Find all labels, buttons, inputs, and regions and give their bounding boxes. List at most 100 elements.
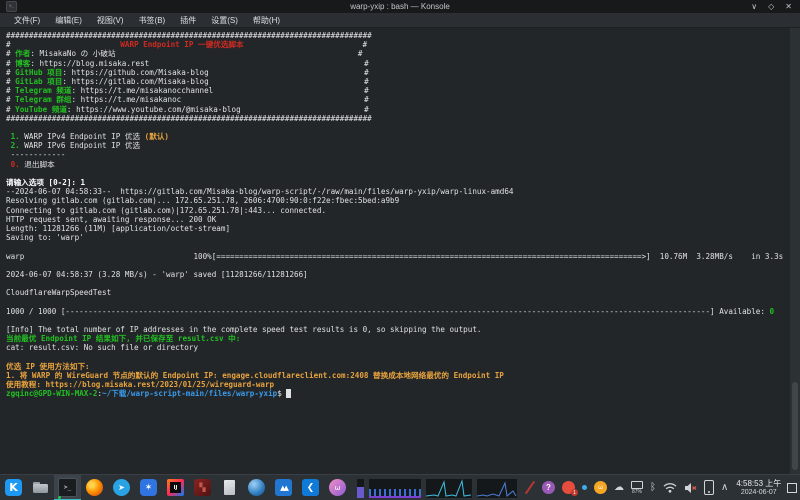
terminal-line: 1000 / 1000 [---------------------------… [6,307,788,316]
terminal-line [6,261,788,270]
menubar-item[interactable]: 书签(B) [139,15,166,26]
cat-glyph: ω [598,485,603,491]
terminal-viewport[interactable]: ########################################… [0,28,800,474]
menubar-item[interactable]: 插件 [180,15,196,26]
notification-badge: 1 [571,489,578,496]
terminal-line: 1. 将 WARP 的 WireGuard 节点的默认的 Endpoint IP… [6,371,788,380]
terminal-line [6,169,788,178]
terminal-line: # YouTube 频道: https://www.youtube.com/@m… [6,105,788,114]
terminal-line: # 作者: MisakaNo の 小破站 # [6,49,788,58]
terminal-line: Length: 11281266 (11M) [application/octe… [6,224,788,233]
text-document-app-icon [221,479,238,496]
taskbar-app-mountain-app[interactable]: ▲▲ [270,475,297,500]
menubar-item[interactable]: 编辑(E) [55,15,82,26]
network-graph-widget[interactable] [426,479,472,498]
bluetooth-icon[interactable]: ᛒ [650,482,656,493]
terminal-line: 请输入选项 [0-2]: 1 [6,178,788,187]
vscode-icon: ❮ [302,479,319,496]
taskbar-app-dark-red-app[interactable]: ▚ [189,475,216,500]
status-dot-icon[interactable] [582,485,587,490]
blue-wing-app-glyph: ✶ [145,483,153,493]
terminal-line: # Telegram 频道: https://t.me/misakanoccha… [6,86,788,95]
taskbar-app-vscode[interactable]: ❮ [297,475,324,500]
taskbar-app-firefox[interactable] [81,475,108,500]
intellij-idea-glyph: IJ [170,482,181,493]
taskbar-app-text-document-app[interactable] [216,475,243,500]
terminal-line: CloudflareWarpSpeedTest [6,288,788,297]
system-tray: ? 1 ω ☁ 87% ᛒ [525,475,728,500]
kdeconnect-phone-icon[interactable] [704,480,714,495]
terminal-line: 2. WARP IPv6 Endpoint IP 优选 [6,141,788,150]
cpu-gauge-widget[interactable] [357,479,364,498]
battery-indicator[interactable]: 87% [631,481,643,495]
terminal-line: # Telegram 群组: https://t.me/misakanoc # [6,95,788,104]
disk-graph-widget[interactable] [477,479,517,498]
minimize-button[interactable]: ∨ [751,0,757,13]
taskbar-app-blue-sphere-app[interactable] [243,475,270,500]
konsole-terminal-icon: >_ [58,478,77,497]
cloud-icon[interactable]: ☁ [614,482,624,493]
kde-launcher-glyph: K [9,481,18,494]
mountain-app-glyph: ▲▲ [280,484,287,492]
window-title: warp-yxip : bash — Konsole [0,2,800,11]
close-button[interactable]: ✕ [785,0,792,13]
menubar-item[interactable]: 设置(S) [211,15,238,26]
telegram-icon: ➤ [113,479,130,496]
window-titlebar[interactable]: >_ warp-yxip : bash — Konsole ∨ ◇ ✕ [0,0,800,13]
annotation-pen-icon[interactable] [525,481,535,495]
chat-notification-icon[interactable]: 1 [562,481,575,494]
clock-date: 2024-06-07 [736,488,781,497]
terminal-line [6,279,788,288]
cat-proxy-icon[interactable]: ω [594,481,607,494]
battery-percent: 87% [632,490,642,495]
taskbar-app-konsole-terminal[interactable]: >_ [54,475,81,500]
system-monitor-widgets[interactable] [357,478,517,498]
terminal-line: 当前最优 Endpoint IP 结果如下, 并已保存至 result.csv … [6,334,788,343]
terminal-line [6,353,788,362]
vscode-glyph: ❮ [307,483,315,493]
terminal-line: Resolving gitlab.com (gitlab.com)... 172… [6,196,788,205]
history-bars-widget[interactable] [369,479,421,498]
maximize-button[interactable]: ◇ [768,0,774,13]
terminal-line: zgqinc@GPD-WIN-MAX-2:~/下载/warp-script-ma… [6,389,788,398]
scrollbar-thumb[interactable] [792,382,798,470]
laptop-screen-icon [631,481,643,489]
menubar-item[interactable]: 文件(F) [14,15,40,26]
help-indicator-icon[interactable]: ? [542,481,555,494]
taskbar-clock[interactable]: 4:58:53 上午 2024-06-07 [736,479,781,497]
taskbar-app-blue-wing-app[interactable]: ✶ [135,475,162,500]
pink-cat-app-icon: ω [329,479,346,496]
terminal-line: Saving to: 'warp' [6,233,788,242]
taskbar-app-intellij-idea[interactable]: IJ [162,475,189,500]
taskbar-app-kde-launcher[interactable]: K [0,475,27,500]
terminal-line: # GitHub 项目: https://github.com/Misaka-b… [6,68,788,77]
terminal-line: 1. WARP IPv4 Endpoint IP 优选 (默认) [6,132,788,141]
tray-expand-chevron-icon[interactable]: ∧ [721,482,728,493]
terminal-line [6,316,788,325]
terminal-line: 优选 IP 使用方法如下: [6,362,788,371]
menubar-item[interactable]: 视图(V) [97,15,124,26]
volume-muted-icon[interactable] [684,482,697,494]
show-desktop-button[interactable] [785,475,799,500]
terminal-line: # WARP Endpoint IP 一键优选脚本 # [6,40,788,49]
taskbar-app-telegram[interactable]: ➤ [108,475,135,500]
terminal-scrollbar[interactable] [790,28,800,474]
menubar-item[interactable]: 帮助(H) [253,15,280,26]
wifi-icon[interactable] [663,482,677,493]
blue-wing-app-icon: ✶ [140,479,157,496]
terminal-line: 2024-06-07 04:58:37 (3.28 MB/s) - 'warp'… [6,270,788,279]
firefox-icon [86,479,103,496]
help-glyph: ? [546,483,551,492]
taskbar-app-dolphin-file-manager[interactable] [27,475,54,500]
terminal-line: Connecting to gitlab.com (gitlab.com)|17… [6,206,788,215]
dolphin-file-manager-icon [32,479,49,496]
konsole-window: >_ warp-yxip : bash — Konsole ∨ ◇ ✕ 文件(F… [0,0,800,500]
taskbar-app-pink-cat-app[interactable]: ω [324,475,351,500]
terminal-line: 0. 退出脚本 [6,160,788,169]
intellij-idea-icon: IJ [167,479,184,496]
terminal-line: warp 100%[==============================… [6,252,788,261]
taskbar-apps: K >_ ➤ ✶ IJ ▚ ▲▲ ❮ ω [0,475,351,500]
mountain-app-icon: ▲▲ [275,479,292,496]
konsole-terminal-glyph: >_ [64,484,71,491]
terminal-line: # 博客: https://blog.misaka.rest # [6,59,788,68]
